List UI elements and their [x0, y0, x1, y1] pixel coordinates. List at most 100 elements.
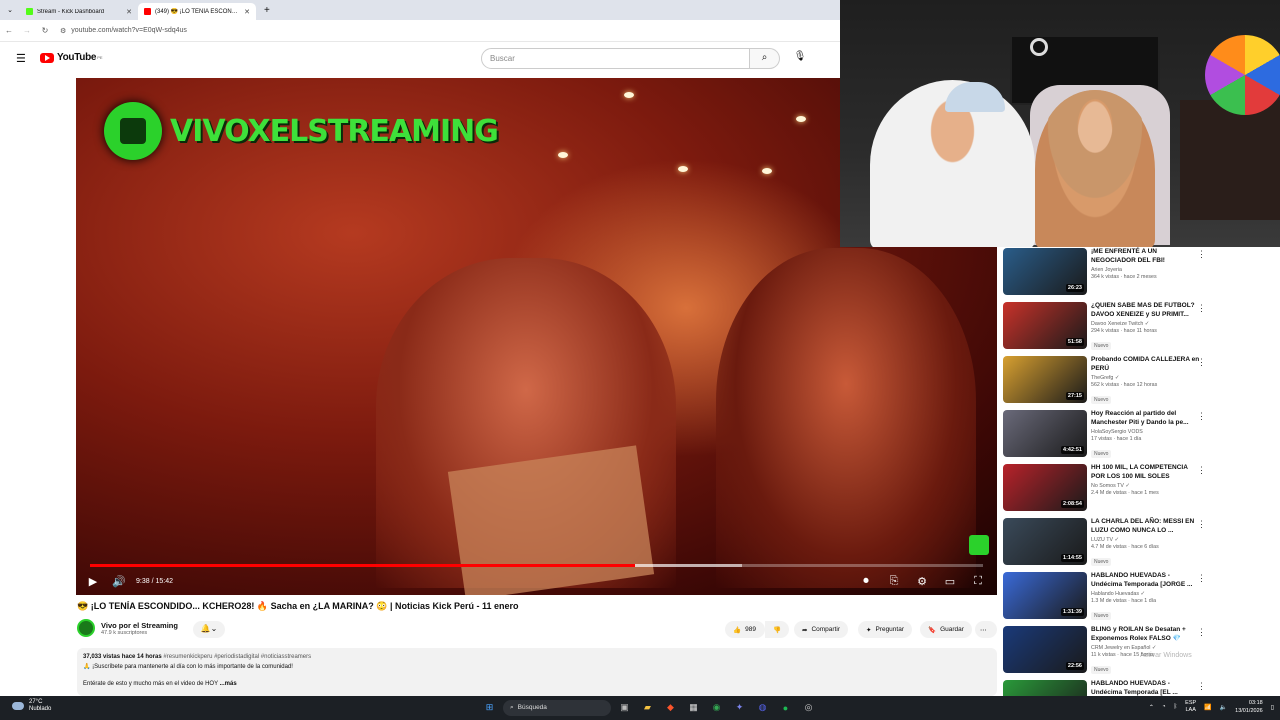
video-title[interactable]: HABLANDO HUEVADAS - Undécima Temporada […	[1091, 571, 1201, 589]
volume-icon[interactable]: 🔈	[1220, 704, 1227, 711]
close-tab-icon[interactable]: ✕	[126, 8, 132, 16]
recommended-video-item[interactable]: 2:08:54 HH 100 MIL, LA COMPETENCIA POR LO…	[1003, 463, 1243, 513]
recommended-video-item[interactable]: 1:14:55 LA CHARLA DEL AÑO: MESSI EN LUZU …	[1003, 517, 1243, 567]
teams-icon[interactable]: ✦	[730, 698, 749, 717]
channel-name[interactable]: CRM Jewelry en Español ✓	[1091, 645, 1201, 651]
play-icon[interactable]: ▶	[80, 575, 106, 588]
more-options-icon[interactable]: ⋮	[1197, 357, 1206, 368]
spotify-icon[interactable]: ●	[776, 698, 795, 717]
recommended-video-item[interactable]: HABLANDO HUEVADAS - Undécima Temporada […	[1003, 679, 1243, 696]
show-more-link[interactable]: ...más	[220, 681, 237, 687]
video-thumbnail[interactable]: 51:58	[1003, 302, 1087, 349]
fullscreen-icon[interactable]: ⛶	[965, 575, 991, 588]
recommended-video-item[interactable]: 22:56 BLING y ROILAN Se Desatan + Exponem…	[1003, 625, 1243, 675]
theater-mode-icon[interactable]: ▭	[937, 575, 963, 588]
video-thumbnail[interactable]: 2:08:54	[1003, 464, 1087, 511]
show-hidden-icons-icon[interactable]: ⌃	[1149, 704, 1154, 711]
hamburger-menu-icon[interactable]: ☰	[16, 52, 26, 65]
video-thumbnail[interactable]: 27:15	[1003, 356, 1087, 403]
channel-name[interactable]: No Somos TV ✓	[1091, 483, 1201, 489]
notification-bell-button[interactable]: 🔔⌄	[193, 621, 225, 638]
video-title[interactable]: ¿QUIEN SABE MAS DE FUTBOL? DAVOO XENEIZE…	[1091, 301, 1201, 319]
voice-search-icon[interactable]: 🎙	[790, 48, 810, 69]
notifications-icon[interactable]: ▯	[1271, 704, 1274, 711]
video-title[interactable]: HABLANDO HUEVADAS - Undécima Temporada […	[1091, 679, 1201, 696]
channel-name[interactable]: Hablando Huevadas ✓	[1091, 591, 1201, 597]
hashtags[interactable]: #resumenkickperu #periodistadigital #not…	[163, 654, 311, 660]
video-title[interactable]: ¡ME ENFRENTÉ A UN NEGOCIADOR DEL FBI!	[1091, 247, 1201, 265]
video-title[interactable]: BLING y ROILAN Se Desatan + Exponemos Ro…	[1091, 625, 1201, 643]
video-thumbnail[interactable]: 26:23	[1003, 248, 1087, 295]
recommended-video-item[interactable]: 1:31:39 HABLANDO HUEVADAS - Undécima Temp…	[1003, 571, 1243, 621]
bluetooth-icon[interactable]: ᛒ	[1174, 704, 1178, 710]
more-options-icon[interactable]: ⋮	[1197, 411, 1206, 422]
video-title[interactable]: LA CHARLA DEL AÑO: MESSI EN LUZU COMO NU…	[1091, 517, 1201, 535]
tab-kick-dashboard[interactable]: Stream - Kick Dashboard ✕	[20, 3, 138, 20]
share-button[interactable]: ➦ Compartir	[794, 621, 848, 638]
search-input[interactable]: Buscar	[481, 48, 750, 69]
autoplay-toggle-icon[interactable]: ⏺	[853, 575, 879, 588]
windows-start-icon[interactable]: ⊞	[480, 698, 499, 717]
video-title[interactable]: HH 100 MIL, LA COMPETENCIA POR LOS 100 M…	[1091, 463, 1201, 481]
subtitles-icon[interactable]: ⎘	[881, 575, 907, 588]
more-options-icon[interactable]: ⋮	[1197, 465, 1206, 476]
video-thumbnail[interactable]: 22:56	[1003, 626, 1087, 673]
more-options-icon[interactable]: ⋮	[1197, 627, 1206, 638]
dislike-button[interactable]: 👎	[765, 621, 789, 638]
reload-icon[interactable]: ↻	[36, 26, 54, 35]
video-thumbnail[interactable]: 1:14:55	[1003, 518, 1087, 565]
channel-branding-icon[interactable]	[969, 535, 989, 555]
more-options-icon[interactable]: ⋮	[1197, 519, 1206, 530]
more-options-icon[interactable]: ⋮	[1197, 573, 1206, 584]
video-thumbnail[interactable]: 1:31:39	[1003, 572, 1087, 619]
chrome-icon[interactable]: ◉	[707, 698, 726, 717]
video-thumbnail[interactable]: 4:42:51	[1003, 410, 1087, 457]
file-explorer-icon[interactable]: ▰	[638, 698, 657, 717]
channel-avatar[interactable]	[77, 619, 95, 637]
youtube-logo[interactable]: YouTube PE	[40, 52, 103, 63]
recommended-video-item[interactable]: 51:58 ¿QUIEN SABE MAS DE FUTBOL? DAVOO XE…	[1003, 301, 1243, 351]
ask-button[interactable]: ✦ Preguntar	[858, 621, 912, 638]
back-icon[interactable]: ←	[0, 26, 18, 35]
discord-icon[interactable]: ◍	[753, 698, 772, 717]
channel-name[interactable]: Arien Joyeria	[1091, 267, 1201, 273]
channel-name[interactable]: Davoo Xeneize Twitch ✓	[1091, 321, 1201, 327]
forward-icon[interactable]: →	[18, 26, 36, 35]
close-tab-icon[interactable]: ✕	[244, 8, 250, 16]
save-button[interactable]: 🔖 Guardar	[920, 621, 972, 638]
video-thumbnail[interactable]	[1003, 680, 1087, 696]
tab-list-chevron-icon[interactable]: ⌄	[0, 6, 20, 14]
wifi-icon[interactable]: 📶	[1204, 704, 1211, 711]
video-title[interactable]: Hoy Reacción al partido del Manchester P…	[1091, 409, 1201, 427]
video-title[interactable]: Probando COMIDA CALLEJERA en PERÚ	[1091, 355, 1201, 373]
calculator-icon[interactable]: ▦	[684, 698, 703, 717]
channel-name[interactable]: LUZU TV ✓	[1091, 537, 1201, 543]
recommended-video-item[interactable]: 4:42:51 Hoy Reacción al partido del Manch…	[1003, 409, 1243, 459]
task-view-icon[interactable]: ▣	[615, 698, 634, 717]
video-description[interactable]: 37,033 vistas hace 14 horas #resumenkick…	[77, 648, 997, 696]
settings-gear-icon[interactable]: ⚙	[909, 575, 935, 588]
more-options-icon[interactable]: ⋮	[1197, 249, 1206, 260]
clock[interactable]: 03:18 13/01/2026	[1235, 699, 1263, 715]
channel-name[interactable]: TheGrefg ✓	[1091, 375, 1201, 381]
new-tab-button[interactable]: +	[256, 5, 278, 16]
site-info-icon[interactable]: ⚙	[60, 27, 66, 35]
recommended-video-item[interactable]: 26:23 ¡ME ENFRENTÉ A UN NEGOCIADOR DEL FB…	[1003, 247, 1243, 297]
like-button[interactable]: 👍 989	[725, 621, 765, 638]
recommended-video-item[interactable]: 27:15 Probando COMIDA CALLEJERA en PERÚ Th…	[1003, 355, 1243, 405]
weather-widget[interactable]: 27°C Nublado	[12, 699, 51, 713]
language-indicator[interactable]: ESP LAA	[1185, 700, 1196, 714]
tab-youtube-video[interactable]: (349) 😎 ¡LO TENÍA ESCONDIDO... ✕	[138, 3, 256, 20]
more-actions-icon[interactable]: ⋯	[975, 621, 997, 638]
brave-browser-icon[interactable]: ◆	[661, 698, 680, 717]
channel-name[interactable]: HolaSoySergio VODS	[1091, 429, 1201, 435]
volume-icon[interactable]: 🔊	[106, 575, 132, 588]
more-options-icon[interactable]: ⋮	[1197, 681, 1206, 692]
more-options-icon[interactable]: ⋮	[1197, 303, 1206, 314]
network-icon[interactable]: ◔	[1162, 704, 1166, 710]
url-field[interactable]: ⚙ youtube.com/watch?v=E0qW-sdq4us	[60, 23, 187, 39]
obs-icon[interactable]: ◎	[799, 698, 818, 717]
search-button[interactable]: ⌕	[750, 48, 780, 69]
taskbar-search[interactable]: ⌕ Búsqueda	[503, 699, 611, 716]
channel-name[interactable]: Vivo por el Streaming	[101, 621, 178, 630]
